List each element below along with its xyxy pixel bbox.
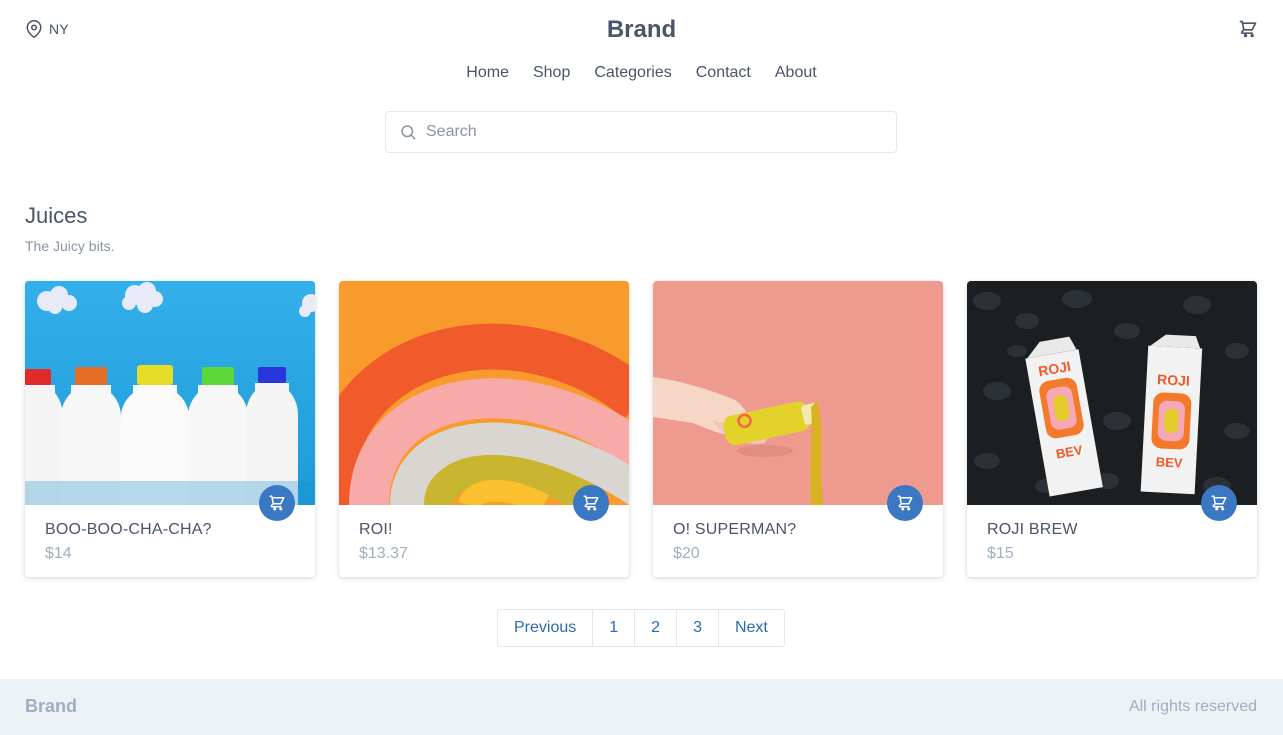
- add-to-cart-button[interactable]: [1201, 485, 1237, 521]
- cart-icon: [897, 495, 913, 511]
- location-label: NY: [49, 21, 70, 37]
- pagination-page-1[interactable]: 1: [593, 610, 636, 646]
- nav-contact[interactable]: Contact: [696, 64, 751, 82]
- brand-logo[interactable]: Brand: [607, 16, 676, 43]
- product-price: $14: [45, 545, 72, 562]
- product-name[interactable]: BOO-BOO-CHA-CHA?: [45, 521, 212, 539]
- main-nav: Home Shop Categories Contact About: [0, 64, 1283, 82]
- section-subtitle: The Juicy bits.: [25, 238, 115, 254]
- product-image[interactable]: ROJI BEV ROJI BEV: [967, 281, 1257, 505]
- nav-home[interactable]: Home: [466, 64, 509, 82]
- pagination-page-2[interactable]: 2: [635, 610, 678, 646]
- carton-label-top: ROJI: [1157, 371, 1190, 389]
- nav-categories[interactable]: Categories: [594, 64, 671, 82]
- add-to-cart-button[interactable]: [887, 485, 923, 521]
- nav-shop[interactable]: Shop: [533, 64, 570, 82]
- carton-label-bottom: BEV: [1155, 454, 1183, 470]
- cart-icon: [1211, 495, 1227, 511]
- product-name[interactable]: O! SUPERMAN?: [673, 521, 796, 539]
- pagination-previous[interactable]: Previous: [498, 610, 594, 646]
- search-box: [385, 111, 897, 153]
- cart-button[interactable]: [1238, 19, 1258, 44]
- product-name[interactable]: ROJI BREW: [987, 521, 1078, 539]
- pagination-page-3[interactable]: 3: [677, 610, 719, 646]
- product-image[interactable]: [653, 281, 943, 505]
- location-selector[interactable]: NY: [25, 19, 69, 39]
- cart-icon: [583, 495, 599, 511]
- footer-brand[interactable]: Brand: [25, 696, 77, 717]
- section-title: Juices: [25, 203, 88, 228]
- header: NY Brand: [0, 0, 1283, 60]
- product-image[interactable]: [25, 281, 315, 505]
- product-price: $20: [673, 545, 700, 562]
- footer-copyright: All rights reserved: [1128, 698, 1257, 715]
- product-card[interactable]: O! SUPERMAN? $20: [653, 281, 943, 577]
- search-icon: [401, 125, 416, 140]
- product-card[interactable]: ROI! $13.37: [339, 281, 629, 577]
- product-card[interactable]: BOO-BOO-CHA-CHA? $14: [25, 281, 315, 577]
- cart-icon: [1239, 20, 1257, 38]
- pagination: Previous 1 2 3 Next: [497, 609, 785, 647]
- product-card[interactable]: ROJI BEV ROJI BEV ROJI BREW $15: [967, 281, 1257, 577]
- product-image[interactable]: [339, 281, 629, 505]
- product-price: $15: [987, 545, 1014, 562]
- pagination-next[interactable]: Next: [719, 610, 784, 646]
- product-price: $13.37: [359, 545, 408, 562]
- cart-icon: [269, 495, 285, 511]
- nav-about[interactable]: About: [775, 64, 817, 82]
- search-input[interactable]: [426, 123, 886, 141]
- add-to-cart-button[interactable]: [259, 485, 295, 521]
- footer: Brand All rights reserved: [0, 679, 1283, 735]
- map-pin-icon: [26, 20, 42, 38]
- product-grid: BOO-BOO-CHA-CHA? $14 ROI! $13.37 O! SUPE…: [25, 281, 1257, 577]
- add-to-cart-button[interactable]: [573, 485, 609, 521]
- product-name[interactable]: ROI!: [359, 521, 393, 539]
